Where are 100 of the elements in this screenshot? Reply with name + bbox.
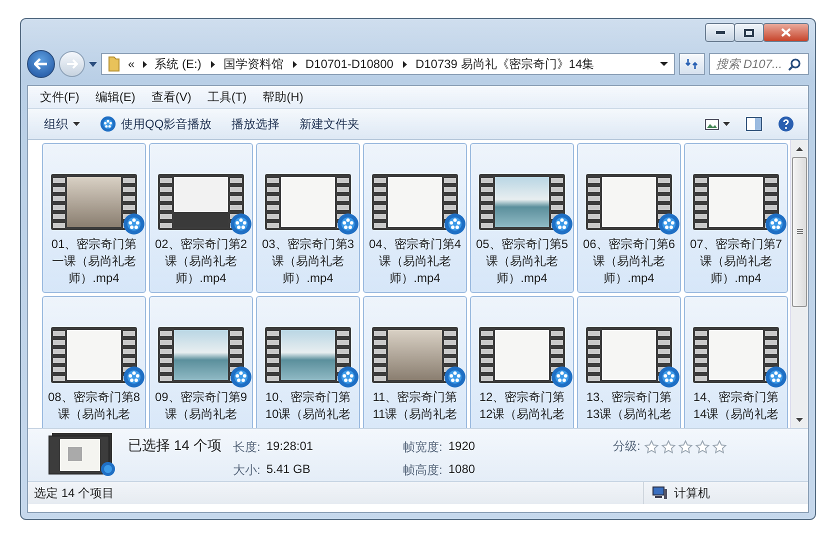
breadcrumb-item[interactable]: 国学资料馆 [221,56,286,72]
breadcrumb-arrow-icon[interactable] [142,60,147,68]
player-badge-icon [551,366,573,388]
picture-icon [705,118,719,130]
file-tile[interactable]: 11、密宗奇门第 11课（易尚礼老 [363,296,467,428]
forward-arrow-icon [66,59,78,69]
player-badge-icon [444,213,466,235]
file-name: 05、密宗奇门第5 课（易尚礼老 师）.mp4 [476,236,568,287]
menu-item[interactable]: 帮助(H) [254,88,312,106]
file-tile[interactable]: 14、密宗奇门第 14课（易尚礼老 [684,296,788,428]
file-tile[interactable]: 01、密宗奇门第 一课（易尚礼老 师）.mp4 [42,143,146,293]
player-badge-icon [337,366,359,388]
location-text: 计算机 [674,484,710,502]
computer-icon [652,486,668,500]
player-badge-icon [551,213,573,235]
search-field[interactable]: 搜索 D107... [709,53,809,75]
file-tile[interactable]: 06、密宗奇门第6 课（易尚礼老 师）.mp4 [577,143,681,293]
breadcrumb-arrow-icon[interactable] [293,60,298,68]
toolbar-button[interactable]: 使用QQ影音播放 [92,112,220,136]
back-arrow-icon [34,58,48,70]
player-badge-icon [444,366,466,388]
rating-star-icon[interactable] [712,440,728,454]
player-badge-icon [658,366,680,388]
menu-item[interactable]: 编辑(E) [87,88,144,106]
file-tile[interactable]: 08、密宗奇门第8 课（易尚礼老 [42,296,146,428]
help-icon [778,116,794,132]
toolbar-button[interactable]: 播放选择 [224,112,288,136]
toolbar-button[interactable]: 新建文件夹 [292,112,368,136]
property-value: 1920 [448,439,476,455]
scroll-thumb[interactable] [792,157,807,307]
file-tile[interactable]: 07、密宗奇门第7 课（易尚礼老 师）.mp4 [684,143,788,293]
rating-star-icon[interactable] [661,440,676,454]
property-label: 帧宽度: [403,439,442,456]
close-button[interactable] [763,23,809,42]
breadcrumb-overflow[interactable]: « [128,57,135,71]
breadcrumb-item[interactable]: D10739 易尚礼《密宗奇门》14集 [413,56,596,72]
player-badge-icon [230,213,252,235]
menu-item[interactable]: 工具(T) [199,88,255,106]
dropdown-caret-icon [723,122,730,126]
file-tile[interactable]: 04、密宗奇门第4 课（易尚礼老 师）.mp4 [363,143,467,293]
property-value: 5.41 GB [266,462,310,478]
rating-star-icon[interactable] [644,440,660,454]
file-tile[interactable]: 09、密宗奇门第9 课（易尚礼老 [149,296,253,428]
menu-item[interactable]: 文件(F) [32,88,88,106]
dropdown-caret-icon [73,122,80,126]
player-badge-icon [100,116,116,132]
menu-item[interactable]: 查看(V) [143,88,200,106]
maximize-icon [744,28,754,36]
toolbar-button[interactable]: 组织 [36,112,88,136]
file-name: 06、密宗奇门第6 课（易尚礼老 师）.mp4 [582,236,676,287]
file-name: 14、密宗奇门第 14课（易尚礼老 [693,389,779,423]
breadcrumb-arrow-icon[interactable] [403,60,408,68]
player-badge-icon [123,366,145,388]
property-label: 大小: [233,462,260,479]
file-name: 11、密宗奇门第 11课（易尚礼老 [372,389,458,423]
file-name: 08、密宗奇门第8 课（易尚礼老 [48,389,140,423]
scroll-up-icon[interactable] [796,146,803,150]
breadcrumb-item[interactable]: 系统 (E:) [152,56,204,72]
file-name: 09、密宗奇门第9 课（易尚礼老 [154,389,248,423]
rating-star-icon[interactable] [678,440,694,454]
player-badge-icon [123,213,145,235]
file-tile[interactable]: 13、密宗奇门第 13课（易尚礼老 [577,296,681,428]
address-bar[interactable]: « 系统 (E:) 国学资料馆 D10701-D10800 D10739 易尚礼《密宗奇门》14集 [101,53,675,75]
breadcrumb-arrow-icon[interactable] [211,60,216,68]
player-badge-icon [765,213,787,235]
dropdown-caret-icon[interactable] [660,62,668,66]
property-value: 1080 [448,462,476,478]
file-tile[interactable]: 12、密宗奇门第 12课（易尚礼老 [470,296,574,428]
file-tile[interactable]: 10、密宗奇门第 10课（易尚礼老 [256,296,360,428]
rating-label: 分级: [613,438,640,455]
file-name: 10、密宗奇门第 10课（易尚礼老 [265,389,351,423]
folder-icon [108,56,120,72]
minimize-icon [716,31,724,34]
history-caret-icon[interactable] [89,62,97,66]
file-tile[interactable]: 02、密宗奇门第2 课（易尚礼老 师）.mp4 [149,143,253,293]
file-tile[interactable]: 05、密宗奇门第5 课（易尚礼老 师）.mp4 [470,143,574,293]
file-tile[interactable]: 03、密宗奇门第3 课（易尚礼老 师）.mp4 [256,143,360,293]
selection-summary: 已选择 14 个项 [128,437,222,455]
file-name: 12、密宗奇门第 12课（易尚礼老 [479,389,565,423]
close-icon [781,28,791,37]
grip-icon [796,229,802,235]
status-text: 选定 14 个项目 [34,484,114,502]
vertical-scrollbar[interactable] [790,140,808,428]
file-name: 04、密宗奇门第4 课（易尚礼老 师）.mp4 [368,236,462,287]
refresh-arrows-icon [685,58,699,70]
breadcrumb-item[interactable]: D10701-D10800 [303,57,396,71]
file-name: 03、密宗奇门第3 课（易尚礼老 师）.mp4 [262,236,354,287]
file-name: 01、密宗奇门第 一课（易尚礼老 师）.mp4 [51,236,137,287]
refresh-button[interactable] [679,53,705,75]
property-value: 19:28:01 [266,439,314,455]
maximize-button[interactable] [734,23,764,42]
file-name: 13、密宗奇门第 13课（易尚礼老 [586,389,672,423]
search-icon [788,58,801,70]
minimize-button[interactable] [705,23,735,42]
scroll-down-icon[interactable] [796,418,803,422]
rating-star-icon[interactable] [695,440,710,454]
pane-icon [746,117,762,131]
file-name: 02、密宗奇门第2 课（易尚礼老 师）.mp4 [154,236,248,287]
player-badge-icon [658,213,680,235]
back-button[interactable] [27,50,55,78]
